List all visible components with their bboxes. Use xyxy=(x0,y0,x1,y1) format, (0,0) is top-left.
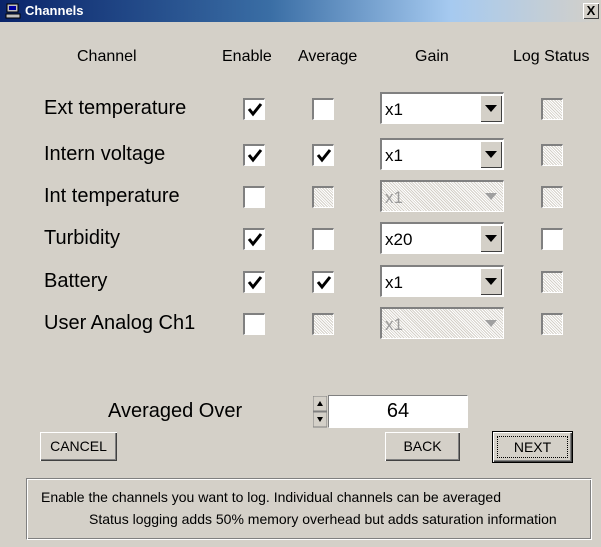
computer-icon xyxy=(5,3,21,19)
chevron-down-icon xyxy=(485,320,497,327)
close-button[interactable]: X xyxy=(583,3,599,19)
gain-value: x1 xyxy=(385,273,403,292)
log-status-checkbox[interactable] xyxy=(541,144,563,166)
title-bar[interactable]: Channels X xyxy=(0,0,601,22)
log-status-checkbox[interactable] xyxy=(541,271,563,293)
average-checkbox[interactable] xyxy=(312,271,334,293)
average-checkbox[interactable] xyxy=(312,98,334,120)
dropdown-button[interactable] xyxy=(480,268,502,295)
info-line-2: Status logging adds 50% memory overhead … xyxy=(89,511,557,527)
averaged-over-label: Averaged Over xyxy=(108,400,243,422)
averaged-over-spinner[interactable] xyxy=(313,396,327,428)
dropdown-button[interactable] xyxy=(480,310,502,337)
log-status-checkbox[interactable] xyxy=(541,228,563,250)
enable-checkbox[interactable] xyxy=(243,271,265,293)
averaged-over-input[interactable]: 64 xyxy=(328,395,468,428)
chevron-down-icon xyxy=(485,105,497,112)
chevron-down-icon xyxy=(485,151,497,158)
average-checkbox[interactable] xyxy=(312,313,334,335)
gain-value: x1 xyxy=(385,100,403,119)
info-panel: Enable the channels you want to log. Ind… xyxy=(26,478,592,540)
log-status-checkbox[interactable] xyxy=(541,186,563,208)
gain-select[interactable]: x20 xyxy=(380,222,504,254)
header-gain: Gain xyxy=(415,48,449,65)
dropdown-button[interactable] xyxy=(480,225,502,252)
cancel-button[interactable]: CANCEL xyxy=(40,432,117,461)
chevron-down-icon xyxy=(485,193,497,200)
enable-checkbox[interactable] xyxy=(243,313,265,335)
header-log-status: Log Status xyxy=(513,48,590,65)
channel-label: User Analog Ch1 xyxy=(44,312,196,334)
next-button[interactable]: NEXT xyxy=(492,431,573,463)
dropdown-button[interactable] xyxy=(480,183,502,210)
enable-checkbox[interactable] xyxy=(243,186,265,208)
gain-select[interactable]: x1 xyxy=(380,307,504,339)
gain-value: x1 xyxy=(385,146,403,165)
gain-select[interactable]: x1 xyxy=(380,138,504,170)
enable-checkbox[interactable] xyxy=(243,228,265,250)
enable-checkbox[interactable] xyxy=(243,144,265,166)
gain-value: x1 xyxy=(385,315,403,334)
checkmark-icon xyxy=(316,276,332,290)
header-average: Average xyxy=(298,48,358,65)
checkmark-icon xyxy=(247,276,263,290)
gain-select[interactable]: x1 xyxy=(380,265,504,297)
dropdown-button[interactable] xyxy=(480,95,502,122)
dropdown-button[interactable] xyxy=(480,141,502,168)
gain-value: x1 xyxy=(385,188,403,207)
header-channel: Channel xyxy=(77,48,137,65)
enable-checkbox[interactable] xyxy=(243,98,265,120)
checkmark-icon xyxy=(316,149,332,163)
focus-rectangle xyxy=(497,436,568,458)
header-enable: Enable xyxy=(222,48,272,65)
channel-label: Intern voltage xyxy=(44,143,166,165)
channel-label: Ext temperature xyxy=(44,97,187,119)
average-checkbox[interactable] xyxy=(312,228,334,250)
average-checkbox[interactable] xyxy=(312,186,334,208)
log-status-checkbox[interactable] xyxy=(541,98,563,120)
back-button[interactable]: BACK xyxy=(385,432,460,461)
log-status-checkbox[interactable] xyxy=(541,313,563,335)
channel-label: Turbidity xyxy=(44,227,120,249)
average-checkbox[interactable] xyxy=(312,144,334,166)
gain-select[interactable]: x1 xyxy=(380,92,504,124)
info-line-1: Enable the channels you want to log. Ind… xyxy=(41,489,501,505)
chevron-down-icon xyxy=(485,235,497,242)
checkmark-icon xyxy=(247,149,263,163)
checkmark-icon xyxy=(247,103,263,117)
spinner-arrows-icon xyxy=(313,396,327,428)
gain-select[interactable]: x1 xyxy=(380,180,504,212)
chevron-down-icon xyxy=(485,278,497,285)
checkmark-icon xyxy=(247,233,263,247)
channels-dialog: Channels X Channel Enable Average Gain L… xyxy=(0,0,601,547)
channel-label: Battery xyxy=(44,270,108,292)
channel-label: Int temperature xyxy=(44,185,180,207)
gain-value: x20 xyxy=(385,230,413,249)
window-title: Channels xyxy=(25,3,84,18)
